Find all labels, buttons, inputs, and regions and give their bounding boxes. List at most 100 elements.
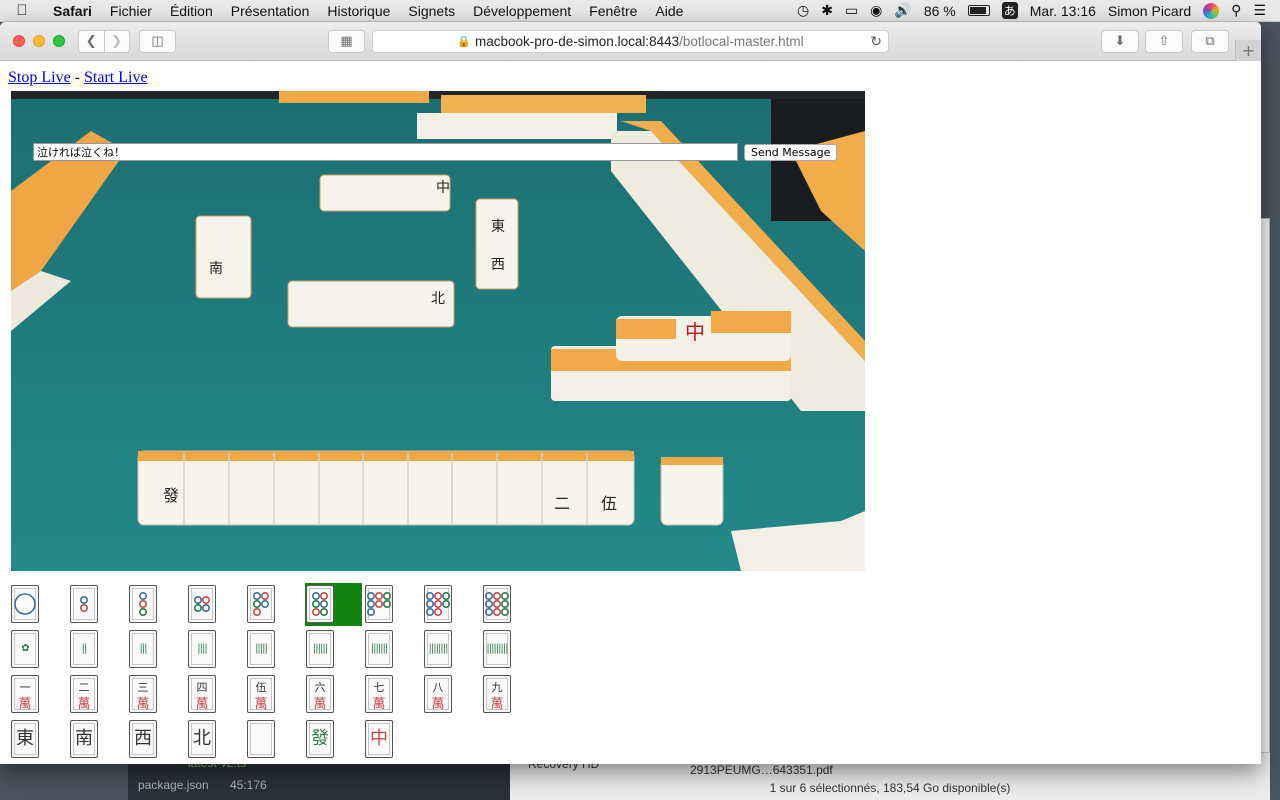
input-method[interactable]: あ [1001,2,1018,19]
spotlight-icon[interactable]: ⚲ [1231,2,1241,19]
menubar-user[interactable]: Simon Picard [1108,3,1191,19]
man-suit: 萬 [77,697,91,712]
minimize-window-button[interactable] [33,35,45,47]
tile-sou-7[interactable]: ||||||| [365,630,393,668]
sou-9-icon: ||||||||| [486,643,508,654]
tile-pin-9[interactable] [483,585,511,623]
menubar-clock[interactable]: Mar. 13:16 [1030,3,1096,19]
finder-status: 1 sur 6 sélectionnés, 183,54 Go disponib… [769,781,1011,795]
tile-man-2[interactable]: 二萬 [70,675,98,713]
tile-sou-9[interactable]: ||||||||| [483,630,511,668]
tile-man-3[interactable]: 三萬 [129,675,157,713]
editor-cursor-position: 45:176 [230,778,267,792]
menu-historique[interactable]: Historique [318,3,399,19]
nav-buttons: ❮ ❯ [78,30,130,53]
tile-sou-2[interactable]: || [70,630,98,668]
tile-sou-3[interactable]: ||| [129,630,157,668]
tile-pin-2[interactable] [70,585,98,623]
time-machine-icon[interactable]: ◷ [797,2,809,19]
tile-man-1[interactable]: 一萬 [11,675,39,713]
back-icon[interactable]: ❮ [79,34,104,49]
tile-sou-1[interactable]: ✿ [11,630,39,668]
menu-edition[interactable]: Édition [161,3,222,19]
pin-9-icon [484,592,509,616]
battery-icon[interactable] [967,5,990,16]
notification-center-icon[interactable]: ☰ [1253,2,1266,19]
menu-fenetre[interactable]: Fenêtre [580,3,646,19]
maximize-window-button[interactable] [53,35,65,47]
send-message-button[interactable]: Send Message [744,143,838,161]
tile-man-4[interactable]: 四萬 [188,675,216,713]
share-icon[interactable]: ⇧ [1145,30,1183,53]
tile-pin-3[interactable] [129,585,157,623]
menu-developpement[interactable]: Développement [464,3,580,19]
tile-pin-4[interactable] [188,585,216,623]
close-window-button[interactable] [13,35,25,47]
honor-south-glyph: 南 [75,728,93,749]
menu-signets[interactable]: Signets [399,3,464,19]
tile-honor-east[interactable]: 東 [11,720,39,758]
volume-icon[interactable]: 🔊 [894,2,911,19]
new-tab-icon[interactable]: + [1235,40,1261,61]
address-bar[interactable]: 🔒 macbook-pro-de-simon.local:8443/botloc… [372,30,889,53]
forward-icon[interactable]: ❯ [105,34,130,49]
tile-honor-white[interactable] [247,720,275,758]
url-host: macbook-pro-de-simon.local:8443 [475,34,680,49]
tile-pin-8[interactable] [424,585,452,623]
pin-6-icon [312,592,329,616]
tab-overview-icon[interactable]: ▦ [328,30,365,53]
tile-man-9[interactable]: 九萬 [483,675,511,713]
live-controls: Stop Live - Start Live [8,69,148,87]
tile-pin-7[interactable] [365,585,393,623]
wifi-icon[interactable]: ◉ [870,2,882,19]
tile-honor-red[interactable]: 中 [365,720,393,758]
svg-text:東: 東 [491,219,505,235]
man-suit: 萬 [136,697,150,712]
tile-sou-5[interactable]: ||||| [247,630,275,668]
show-all-tabs-icon[interactable]: ⧉ [1191,30,1229,53]
tile-man-6[interactable]: 六萬 [306,675,334,713]
pin-5-icon [253,592,270,616]
tile-honor-south[interactable]: 南 [70,720,98,758]
reload-icon[interactable]: ↻ [870,33,882,50]
tile-man-7[interactable]: 七萬 [365,675,393,713]
tile-sou-8[interactable]: |||||||| [424,630,452,668]
tile-honor-west[interactable]: 西 [129,720,157,758]
tile-man-5[interactable]: 伍萬 [247,675,275,713]
svg-text:西: 西 [491,257,505,273]
siri-icon[interactable] [1203,2,1220,19]
tile-sou-6[interactable]: |||||| [306,630,334,668]
tile-sou-4[interactable]: |||| [188,630,216,668]
svg-text:北: 北 [431,291,445,307]
downloads-icon[interactable]: ⬇ [1101,30,1139,53]
man-suit: 萬 [431,697,445,712]
sou-3-icon: ||| [139,643,147,654]
sou-2-icon: || [81,643,88,654]
airplay-icon[interactable]: ▭ [845,2,858,19]
pin-1-icon [14,593,36,615]
honor-green-glyph: 發 [311,728,329,749]
stop-live-link[interactable]: Stop Live [8,69,71,86]
tile-man-8[interactable]: 八萬 [424,675,452,713]
battery-percent[interactable]: 86 % [924,3,956,19]
tile-pin-1[interactable] [11,585,39,623]
apple-logo-icon[interactable]:  [0,2,44,19]
bluetooth-icon[interactable]: ✱ [821,2,833,19]
tile-honor-north[interactable]: 北 [188,720,216,758]
sou-5-icon: ||||| [255,643,268,654]
start-live-link[interactable]: Start Live [84,69,148,86]
menu-presentation[interactable]: Présentation [222,3,319,19]
menu-app-name[interactable]: Safari [44,3,101,19]
svg-text:中: 中 [685,320,705,344]
menu-fichier[interactable]: Fichier [101,3,161,19]
safari-window: ❮ ❯ ◫ ▦ 🔒 macbook-pro-de-simon.local:844… [0,22,1261,764]
message-input[interactable] [33,143,738,161]
man-suit: 萬 [195,697,209,712]
menu-aide[interactable]: Aide [646,3,692,19]
sidebar-toggle-icon[interactable]: ◫ [139,30,176,53]
tile-honor-green[interactable]: 發 [306,720,334,758]
page-content: Stop Live - Start Live 中 中 北 西 東 南 二 伍 發… [0,62,1261,764]
message-form: Send Message [33,143,838,161]
tile-pin-6[interactable] [306,585,334,623]
tile-pin-5[interactable] [247,585,275,623]
